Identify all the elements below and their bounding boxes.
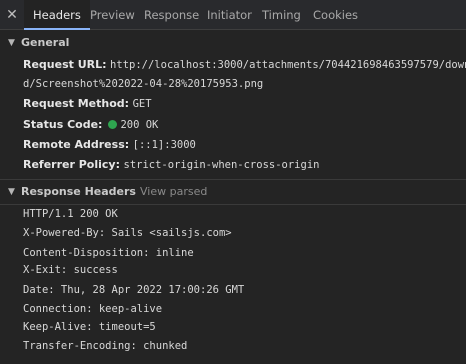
referrer-policy-value: strict-origin-when-cross-origin	[123, 159, 320, 171]
request-method-label: Request Method:	[23, 97, 130, 110]
response-headers-section-header[interactable]: ▼ Response Headers View parsed	[0, 181, 466, 203]
response-header-line: Transfer-Encoding: chunked	[23, 340, 188, 352]
tab-bar: ✕ Headers Preview Response Initiator Tim…	[0, 0, 466, 30]
status-code-value: 200 OK	[120, 119, 159, 131]
tab-preview[interactable]: Preview	[90, 0, 135, 29]
response-headers-title: Response Headers	[21, 185, 136, 198]
tab-timing[interactable]: Timing	[262, 0, 301, 29]
general-section-header[interactable]: ▼ General	[0, 32, 466, 54]
tab-response[interactable]: Response	[144, 0, 199, 29]
status-code-row: Status Code: 200 OK	[23, 115, 158, 135]
request-url-row-continued: d/Screenshot%202022-04-28%20175953.png	[23, 74, 263, 94]
general-section-title: General	[21, 36, 70, 49]
tab-cookies[interactable]: Cookies	[313, 0, 358, 29]
view-parsed-link[interactable]: View parsed	[140, 181, 207, 203]
response-header-line: HTTP/1.1 200 OK	[23, 208, 118, 220]
caret-down-icon[interactable]: ▼	[8, 32, 15, 54]
request-url-row: Request URL: http://localhost:3000/attac…	[23, 55, 466, 75]
remote-address-row: Remote Address: [::1]:3000	[23, 135, 196, 155]
response-header-line: Connection: keep-alive	[23, 303, 163, 315]
status-code-label: Status Code:	[23, 118, 103, 131]
remote-address-value: [::1]:3000	[132, 139, 196, 151]
request-method-value: GET	[132, 98, 152, 110]
response-header-line: Date: Thu, 28 Apr 2022 17:00:26 GMT	[23, 284, 245, 296]
tab-initiator[interactable]: Initiator	[207, 0, 252, 29]
request-url-value: http://localhost:3000/attachments/704421…	[110, 59, 466, 71]
request-url-value-continued: d/Screenshot%202022-04-28%20175953.png	[23, 78, 264, 90]
response-header-line: X-Exit: success	[23, 264, 118, 276]
request-url-label: Request URL:	[23, 58, 107, 71]
caret-down-icon[interactable]: ▼	[8, 181, 15, 203]
status-ok-icon	[108, 120, 118, 129]
close-icon[interactable]: ✕	[2, 5, 22, 25]
response-header-line: X-Powered-By: Sails <sailsjs.com>	[23, 227, 232, 239]
request-method-row: Request Method: GET	[23, 94, 152, 114]
section-divider	[0, 179, 466, 180]
referrer-policy-row: Referrer Policy: strict-origin-when-cros…	[23, 155, 319, 175]
remote-address-label: Remote Address:	[23, 138, 130, 151]
referrer-policy-label: Referrer Policy:	[23, 158, 120, 171]
tab-headers[interactable]: Headers	[24, 0, 90, 30]
response-header-line: Keep-Alive: timeout=5	[23, 321, 156, 333]
